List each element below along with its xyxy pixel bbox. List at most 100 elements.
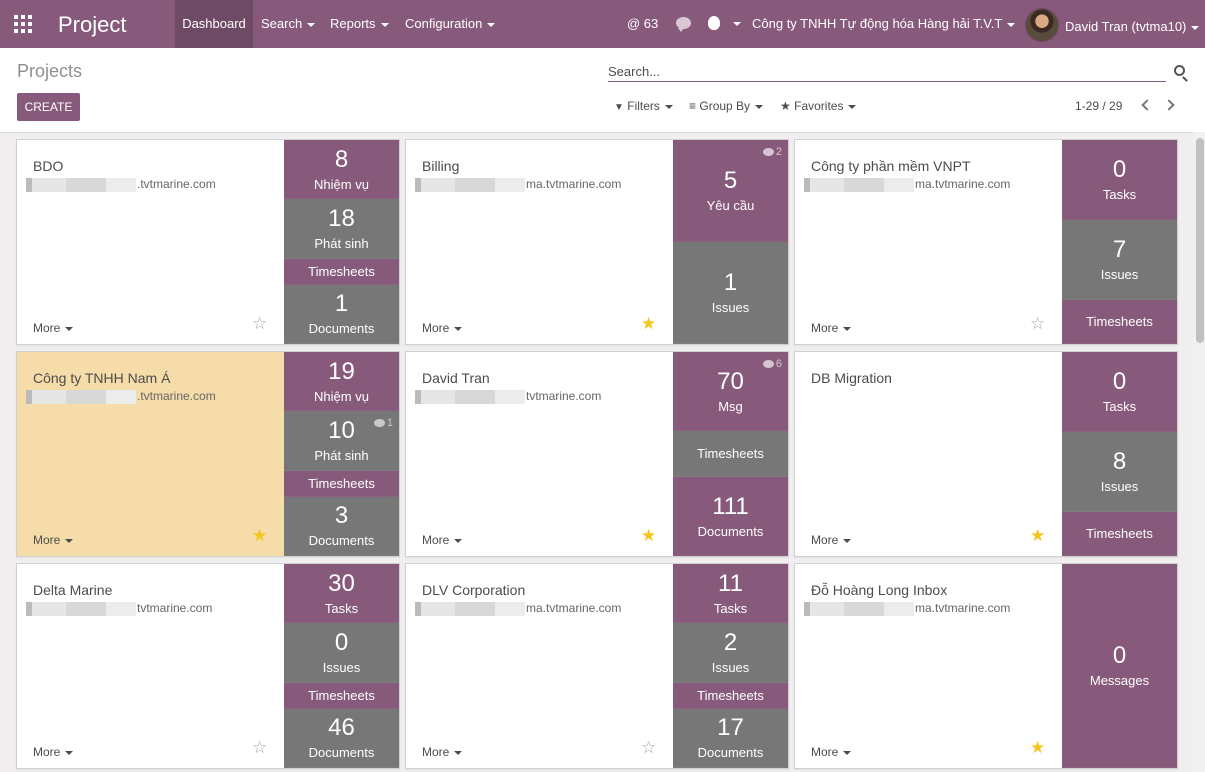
pager-next-icon[interactable] xyxy=(1163,99,1175,111)
favorite-star-icon[interactable]: ★ xyxy=(1030,739,1045,756)
stat-tile[interactable]: 0 Tasks xyxy=(1062,140,1177,220)
menu-dashboard[interactable]: Dashboard xyxy=(175,0,253,48)
project-card[interactable]: Công ty TNHH Nam Á .tvtmarine.com More ★ 19 N… xyxy=(16,351,400,557)
more-dropdown[interactable]: More xyxy=(422,321,463,335)
card-body[interactable]: Delta Marine tvtmarine.com More ☆ xyxy=(17,564,284,768)
stat-tile[interactable]: 1 Documents xyxy=(284,284,399,344)
stat-tile[interactable]: Timesheets xyxy=(284,258,399,285)
stat-tile[interactable]: 2 Issues xyxy=(673,623,788,683)
favorite-star-icon[interactable]: ☆ xyxy=(1030,315,1045,332)
stat-label: Issues xyxy=(1100,479,1139,494)
stat-tile[interactable]: 46 Documents xyxy=(284,708,399,768)
stat-label: Nhiệm vụ xyxy=(314,176,369,192)
create-button[interactable]: CREATE xyxy=(17,93,80,121)
stat-tile[interactable]: 8 Nhiệm vụ xyxy=(284,140,399,200)
card-body[interactable]: Công ty TNHH Nam Á .tvtmarine.com More ★ xyxy=(17,352,284,556)
stat-value: 0 xyxy=(1112,642,1127,669)
stat-value: 17 xyxy=(717,714,744,742)
favorite-star-icon[interactable]: ☆ xyxy=(252,315,267,332)
project-card[interactable]: Billing ma.tvtmarine.com More ★ 2 5 Yêu cầu 1 Is… xyxy=(405,139,789,345)
more-dropdown[interactable]: More xyxy=(811,533,852,547)
project-card[interactable]: Đỗ Hoàng Long Inbox ma.tvtmarine.com More ★… xyxy=(794,563,1178,769)
pager-value[interactable]: 1-29 / 29 xyxy=(1075,99,1122,113)
favorites-dropdown[interactable]: ★ Favorites xyxy=(780,99,857,113)
stat-tile[interactable]: 6 70 Msg xyxy=(673,352,788,431)
stat-tile[interactable]: 30 Tasks xyxy=(284,564,399,624)
card-body[interactable]: BDO .tvtmarine.com More ☆ xyxy=(17,140,284,344)
stat-tile[interactable]: 1 10 Phát sinh xyxy=(284,411,399,471)
stat-value: 19 xyxy=(328,357,355,385)
stat-value: 8 xyxy=(334,145,349,173)
project-card[interactable]: Công ty phần mềm VNPT ma.tvtmarine.com Mor… xyxy=(794,139,1178,345)
menu-configuration[interactable]: Configuration xyxy=(405,0,496,48)
favorite-star-icon[interactable]: ☆ xyxy=(641,739,656,756)
card-body[interactable]: Công ty phần mềm VNPT ma.tvtmarine.com Mor… xyxy=(795,140,1062,344)
menu-search[interactable]: Search xyxy=(261,0,316,48)
stat-tile[interactable]: 111 Documents xyxy=(673,477,788,556)
stat-tile[interactable]: Timesheets xyxy=(284,682,399,709)
card-stats: 2 5 Yêu cầu 1 Issues xyxy=(673,140,788,344)
favorite-star-icon[interactable]: ★ xyxy=(641,315,656,332)
stat-label: Tasks xyxy=(324,600,359,616)
stat-tile[interactable]: 0 Messages xyxy=(1062,564,1177,768)
more-dropdown[interactable]: More xyxy=(422,745,463,759)
search-icon[interactable] xyxy=(1174,65,1185,76)
stat-tile[interactable]: 11 Tasks xyxy=(673,564,788,624)
email-domain: ma.tvtmarine.com xyxy=(526,601,622,615)
stat-tile[interactable]: Timesheets xyxy=(1062,300,1177,344)
more-dropdown[interactable]: More xyxy=(33,533,74,547)
vertical-scrollbar[interactable] xyxy=(1193,132,1205,772)
apps-menu-icon[interactable] xyxy=(14,15,32,33)
card-body[interactable]: Đỗ Hoàng Long Inbox ma.tvtmarine.com More ★ xyxy=(795,564,1062,768)
stat-tile[interactable]: 8 Issues xyxy=(1062,432,1177,512)
debug-bug-icon[interactable] xyxy=(708,16,720,30)
project-card[interactable]: DLV Corporation ma.tvtmarine.com More ☆ 11 Ta… xyxy=(405,563,789,769)
card-body[interactable]: DB Migration More ★ xyxy=(795,352,1062,556)
groupby-dropdown[interactable]: ≡ Group By xyxy=(689,99,764,113)
project-card[interactable]: BDO .tvtmarine.com More ☆ 8 Nhiệm vụ 18 Phát si… xyxy=(16,139,400,345)
card-stats: 30 Tasks 0 Issues Timesheets 46 Documents xyxy=(284,564,399,768)
more-dropdown[interactable]: More xyxy=(33,745,74,759)
stat-tile[interactable]: 0 Tasks xyxy=(1062,352,1177,432)
stat-tile[interactable]: Timesheets xyxy=(1062,512,1177,556)
stat-tile[interactable]: 0 Issues xyxy=(284,623,399,683)
card-body[interactable]: Billing ma.tvtmarine.com More ★ xyxy=(406,140,673,344)
project-card[interactable]: DB Migration More ★ 0 Tasks 8 Issues Timesheets xyxy=(794,351,1178,557)
company-switcher[interactable]: Công ty TNHH Tự động hóa Hàng hải T.V.T xyxy=(752,0,1016,48)
favorite-star-icon[interactable]: ★ xyxy=(641,527,656,544)
more-dropdown[interactable]: More xyxy=(811,745,852,759)
stat-tile[interactable]: 17 Documents xyxy=(673,708,788,768)
stat-tile[interactable]: 7 Issues xyxy=(1062,220,1177,300)
mentions-counter[interactable]: @ 63 xyxy=(627,0,658,48)
stat-tile[interactable]: Timesheets xyxy=(673,682,788,709)
pager-previous-icon[interactable] xyxy=(1141,99,1153,111)
stat-tile[interactable]: 18 Phát sinh xyxy=(284,199,399,259)
menu-search-label: Search xyxy=(261,16,303,31)
user-avatar[interactable] xyxy=(1025,8,1059,42)
menu-reports[interactable]: Reports xyxy=(330,0,389,48)
filters-dropdown[interactable]: ▼ Filters xyxy=(614,99,673,113)
more-dropdown[interactable]: More xyxy=(33,321,74,335)
stat-tile[interactable]: 1 Issues xyxy=(673,242,788,344)
more-dropdown[interactable]: More xyxy=(811,321,852,335)
stat-tile[interactable]: 2 5 Yêu cầu xyxy=(673,140,788,242)
more-dropdown[interactable]: More xyxy=(422,533,463,547)
stat-tile[interactable]: 3 Documents xyxy=(284,496,399,556)
chevron-down-icon xyxy=(733,22,741,26)
stat-tile[interactable]: Timesheets xyxy=(673,431,788,477)
card-body[interactable]: DLV Corporation ma.tvtmarine.com More ☆ xyxy=(406,564,673,768)
search-input[interactable] xyxy=(608,62,1166,82)
favorite-star-icon[interactable]: ★ xyxy=(1030,527,1045,544)
stat-tile[interactable]: 19 Nhiệm vụ xyxy=(284,352,399,412)
chat-icon[interactable] xyxy=(676,17,691,32)
user-menu[interactable]: David Tran (tvtma10) xyxy=(1065,3,1200,51)
stat-label: Messages xyxy=(1089,673,1150,688)
stat-tile[interactable]: Timesheets xyxy=(284,470,399,497)
project-card[interactable]: Delta Marine tvtmarine.com More ☆ 30 Tasks 0 Is… xyxy=(16,563,400,769)
scrollbar-thumb[interactable] xyxy=(1196,138,1204,343)
favorite-star-icon[interactable]: ★ xyxy=(252,527,267,544)
project-card[interactable]: David Tran tvtmarine.com More ★ 6 70 Msg Timesh… xyxy=(405,351,789,557)
project-name: DB Migration xyxy=(811,370,892,386)
card-body[interactable]: David Tran tvtmarine.com More ★ xyxy=(406,352,673,556)
favorite-star-icon[interactable]: ☆ xyxy=(252,739,267,756)
